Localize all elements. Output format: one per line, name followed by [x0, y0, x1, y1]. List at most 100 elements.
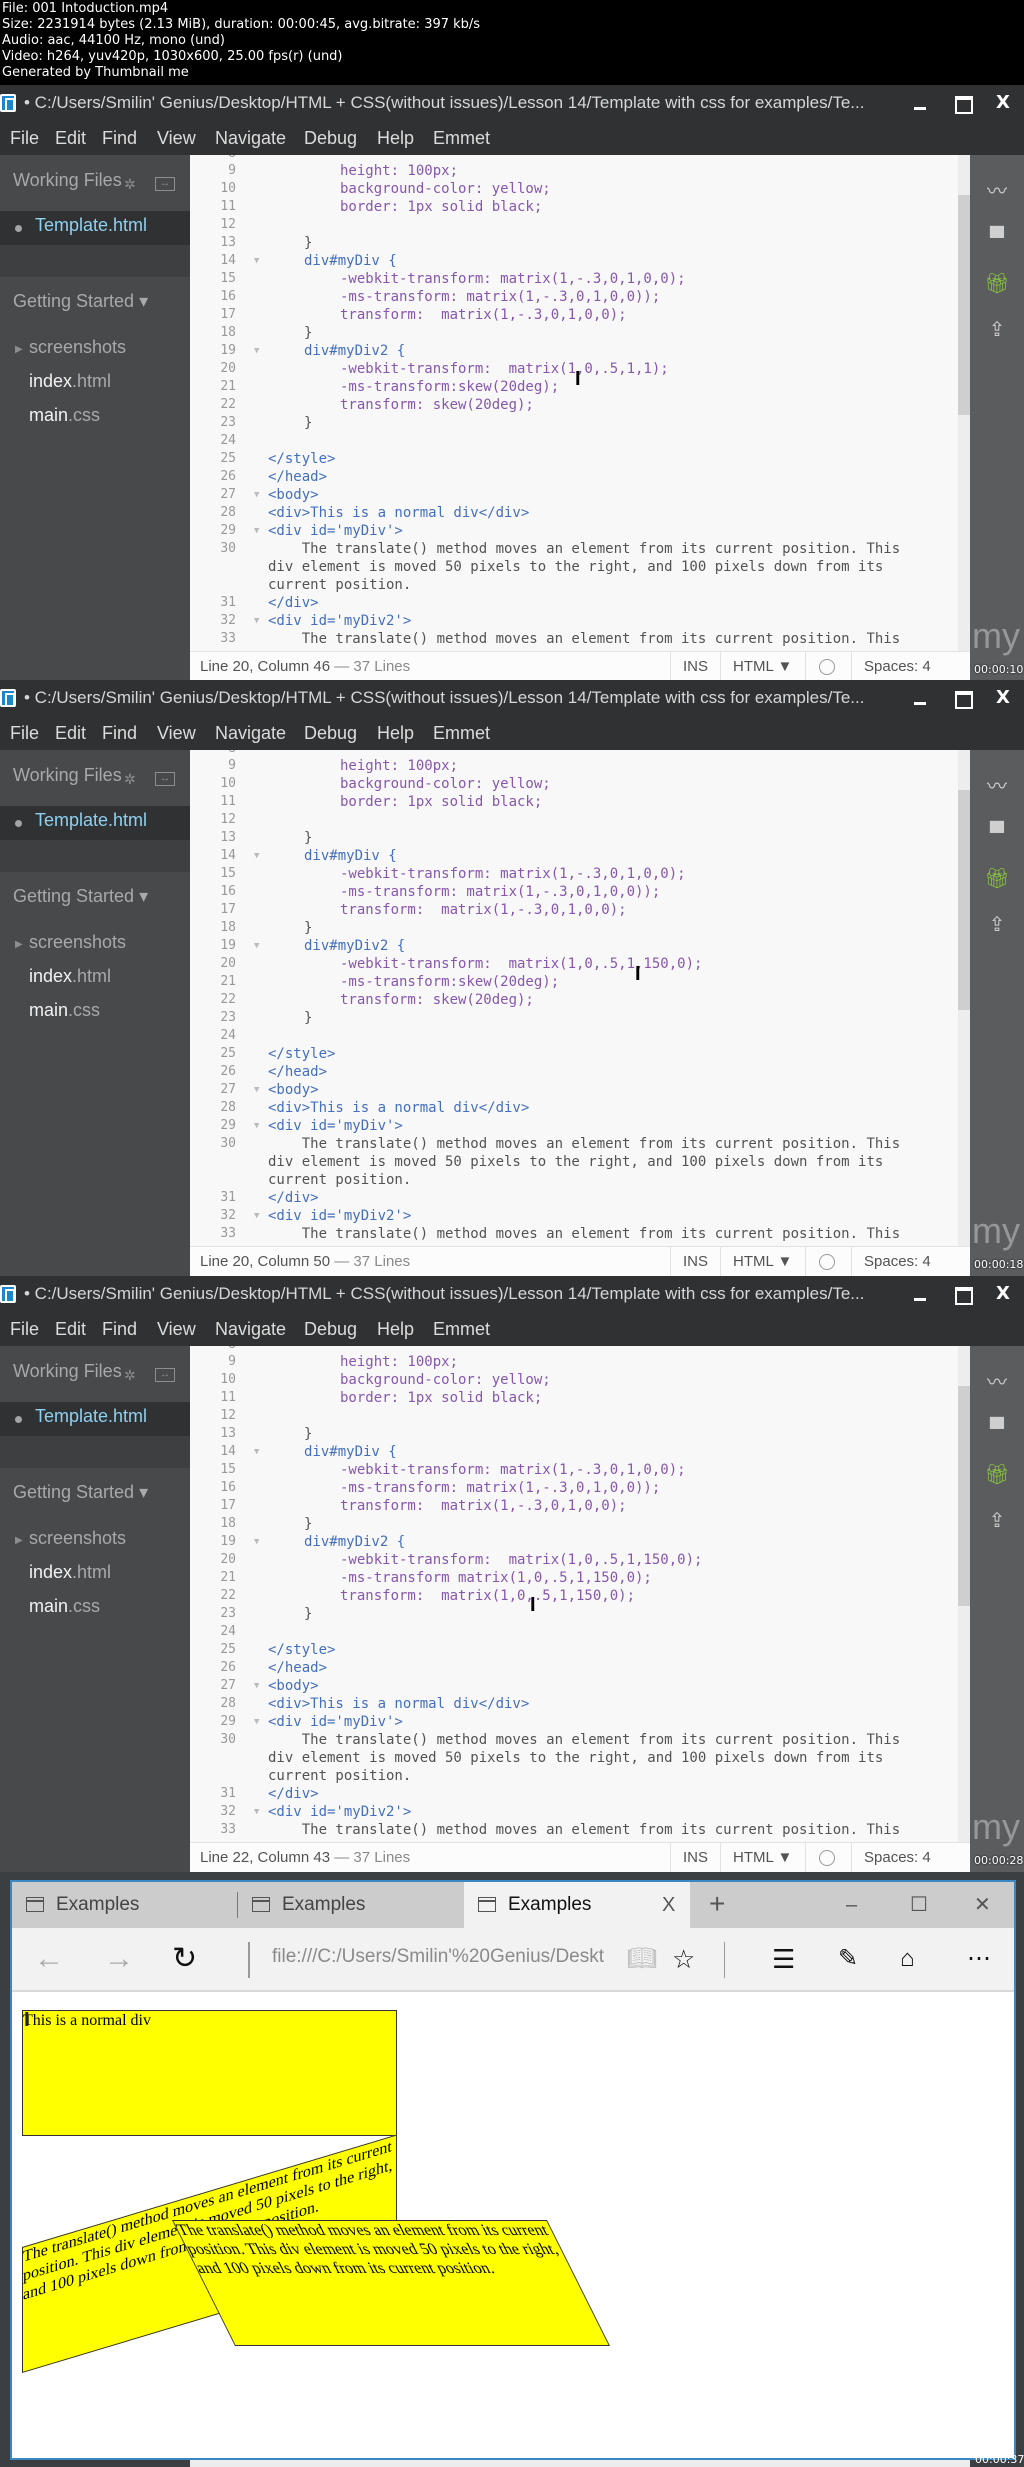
layers-upload-icon[interactable]: ⇪ — [984, 1510, 1010, 1532]
fold-arrow-icon[interactable]: ▼ — [254, 1207, 264, 1225]
browser-tab[interactable]: Examples — [238, 1882, 464, 1928]
insert-mode-toggle[interactable]: INS — [670, 1247, 720, 1276]
menu-file[interactable]: File — [10, 121, 39, 155]
hub-icon[interactable]: ☰ — [772, 1942, 795, 1976]
browser-tab-active[interactable]: Examples X — [464, 1882, 690, 1928]
fold-arrow-icon[interactable]: ▼ — [254, 1117, 264, 1135]
menu-file[interactable]: File — [10, 716, 39, 750]
maximize-button[interactable] — [946, 85, 976, 121]
extension-icon[interactable]: ▀ — [984, 227, 1010, 249]
scrollbar-thumb[interactable] — [958, 1386, 970, 1606]
browser-tab[interactable]: Examples — [12, 1882, 237, 1928]
folder-expand-icon[interactable]: ▶ — [15, 1535, 23, 1546]
project-dropdown[interactable]: Getting Started ▾ — [13, 1482, 148, 1503]
fold-arrow-icon[interactable]: ▼ — [254, 937, 264, 955]
menu-navigate[interactable]: Navigate — [215, 716, 286, 750]
insert-mode-toggle[interactable]: INS — [670, 1843, 720, 1872]
gear-icon[interactable]: ✲ — [124, 771, 136, 788]
folder-item[interactable]: screenshots — [29, 337, 126, 358]
split-view-icon[interactable]: ↔ — [155, 772, 175, 786]
gift-icon[interactable]: 🎁︎ — [984, 1464, 1010, 1486]
layers-upload-icon[interactable]: ⇪ — [984, 914, 1010, 936]
refresh-icon[interactable]: ↻ — [172, 1942, 197, 1976]
menu-emmet[interactable]: Emmet — [433, 716, 490, 750]
indent-spaces[interactable]: Spaces: 4 — [851, 1843, 943, 1872]
fold-arrow-icon[interactable]: ▼ — [254, 252, 264, 270]
file-item[interactable]: main.css — [29, 405, 100, 426]
browser-maximize-button[interactable]: ☐ — [910, 1882, 928, 1928]
address-input[interactable]: file:///C:/Users/Smilin'%20Genius/Deskt — [272, 1946, 612, 1968]
back-icon[interactable]: ← — [34, 1942, 64, 1976]
folder-expand-icon[interactable]: ▶ — [15, 344, 23, 355]
close-button[interactable]: X — [988, 85, 1018, 121]
language-dropdown[interactable]: HTML ▼ — [720, 652, 804, 681]
file-item[interactable]: main.css — [29, 1000, 100, 1021]
menu-help[interactable]: Help — [377, 121, 414, 155]
scrollbar-thumb[interactable] — [958, 790, 970, 1010]
minimize-button[interactable] — [904, 680, 934, 716]
code-editor[interactable]: 8 9 height: 100px; 10 background-color: … — [190, 750, 970, 1246]
lint-status[interactable] — [805, 1247, 851, 1276]
live-preview-icon[interactable]: 〰 — [984, 1372, 1010, 1394]
fold-arrow-icon[interactable]: ▼ — [254, 1443, 264, 1461]
folder-item[interactable]: screenshots — [29, 1528, 126, 1549]
fold-arrow-icon[interactable]: ▼ — [254, 1533, 264, 1551]
menu-view[interactable]: View — [157, 1312, 196, 1346]
indent-spaces[interactable]: Spaces: 4 — [851, 1247, 943, 1276]
menu-find[interactable]: Find — [102, 716, 137, 750]
project-dropdown[interactable]: Getting Started ▾ — [13, 886, 148, 907]
fold-arrow-icon[interactable]: ▼ — [254, 486, 264, 504]
fold-arrow-icon[interactable]: ▼ — [254, 847, 264, 865]
lint-status[interactable] — [805, 1843, 851, 1872]
folder-item[interactable]: screenshots — [29, 932, 126, 953]
minimize-button[interactable] — [904, 1276, 934, 1312]
gift-icon[interactable]: 🎁︎ — [984, 273, 1010, 295]
project-dropdown[interactable]: Getting Started ▾ — [13, 291, 148, 312]
code-editor[interactable]: 8 9 height: 100px; 10 background-color: … — [190, 1346, 970, 1842]
working-file-item[interactable]: Template.html — [0, 806, 190, 840]
working-file-item[interactable]: Template.html — [0, 211, 190, 245]
language-dropdown[interactable]: HTML ▼ — [720, 1247, 804, 1276]
scrollbar-thumb[interactable] — [958, 195, 970, 415]
gift-icon[interactable]: 🎁︎ — [984, 868, 1010, 890]
minimize-button[interactable] — [904, 85, 934, 121]
lint-status[interactable] — [805, 652, 851, 681]
browser-close-button[interactable]: ✕ — [974, 1882, 991, 1928]
menu-help[interactable]: Help — [377, 1312, 414, 1346]
close-button[interactable]: X — [988, 1276, 1018, 1312]
menu-debug[interactable]: Debug — [304, 1312, 357, 1346]
folder-expand-icon[interactable]: ▶ — [15, 939, 23, 950]
menu-find[interactable]: Find — [102, 1312, 137, 1346]
fold-arrow-icon[interactable]: ▼ — [254, 612, 264, 630]
close-button[interactable]: X — [988, 680, 1018, 716]
menu-find[interactable]: Find — [102, 121, 137, 155]
live-preview-icon[interactable]: 〰 — [984, 776, 1010, 798]
more-menu-icon[interactable]: ⋯ — [967, 1942, 991, 1976]
file-item[interactable]: index.html — [29, 966, 111, 987]
menu-edit[interactable]: Edit — [55, 716, 86, 750]
editor-scrollbar[interactable] — [958, 1346, 970, 1842]
tab-close-icon[interactable]: X — [662, 1882, 675, 1928]
live-preview-icon[interactable]: 〰 — [984, 181, 1010, 203]
fold-arrow-icon[interactable]: ▼ — [254, 342, 264, 360]
new-tab-button[interactable]: + — [709, 1882, 725, 1928]
editor-scrollbar[interactable] — [958, 155, 970, 651]
layers-upload-icon[interactable]: ⇪ — [984, 319, 1010, 341]
menu-debug[interactable]: Debug — [304, 121, 357, 155]
language-dropdown[interactable]: HTML ▼ — [720, 1843, 804, 1872]
editor-scrollbar[interactable] — [958, 750, 970, 1246]
extension-icon[interactable]: ▀ — [984, 822, 1010, 844]
fold-arrow-icon[interactable]: ▼ — [254, 1081, 264, 1099]
code-editor[interactable]: 8 9 height: 100px; 10 background-color: … — [190, 155, 970, 651]
share-icon[interactable]: ⌂ — [900, 1942, 915, 1976]
menu-navigate[interactable]: Navigate — [215, 121, 286, 155]
file-item[interactable]: index.html — [29, 1562, 111, 1583]
gear-icon[interactable]: ✲ — [124, 176, 136, 193]
menu-help[interactable]: Help — [377, 716, 414, 750]
fold-arrow-icon[interactable]: ▼ — [254, 1803, 264, 1821]
menu-edit[interactable]: Edit — [55, 121, 86, 155]
maximize-button[interactable] — [946, 1276, 976, 1312]
insert-mode-toggle[interactable]: INS — [670, 652, 720, 681]
menu-emmet[interactable]: Emmet — [433, 121, 490, 155]
split-view-icon[interactable]: ↔ — [155, 1368, 175, 1382]
